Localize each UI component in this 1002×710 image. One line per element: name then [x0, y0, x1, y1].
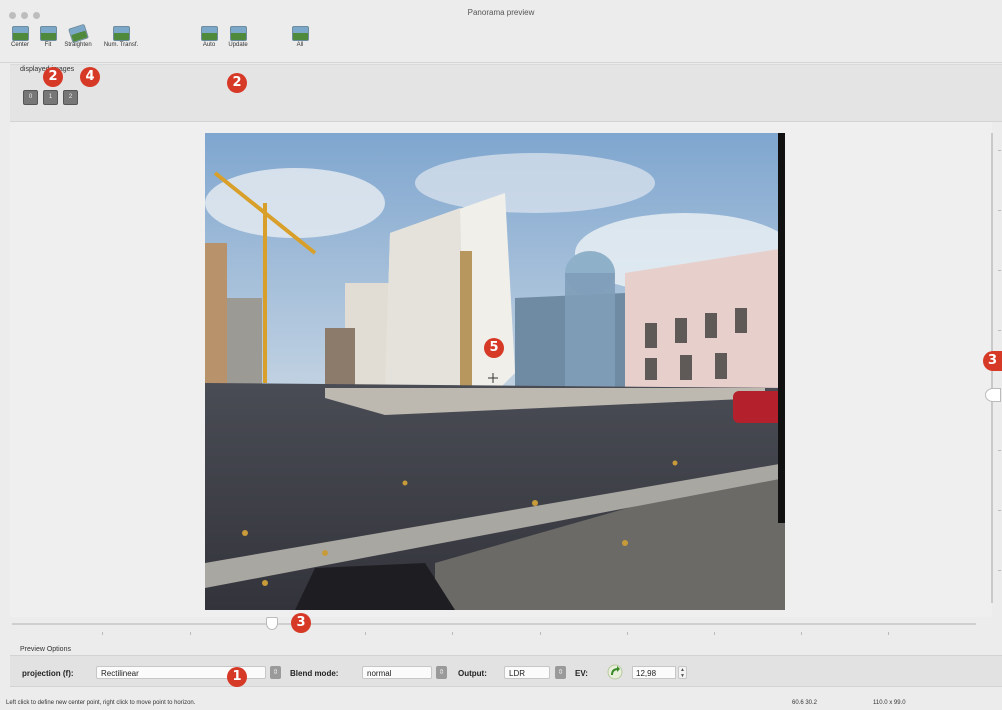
update-button[interactable]: Update [220, 26, 256, 48]
chevron-down-icon[interactable]: ⇳ [270, 666, 281, 679]
horizontal-tick [888, 632, 889, 635]
ev-reset-icon[interactable] [607, 664, 623, 680]
update-label: Update [228, 42, 248, 48]
all-label: All [296, 42, 304, 48]
all-icon [291, 26, 309, 41]
image-toggle-0[interactable]: 0 [23, 90, 38, 105]
ev-input[interactable]: 12,98 [632, 666, 676, 679]
vertical-tick [998, 330, 1001, 331]
vertical-tick [998, 270, 1001, 271]
output-select[interactable]: LDR [504, 666, 550, 679]
callout-marker-2: 2 [227, 73, 247, 93]
horizontal-tick [714, 632, 715, 635]
status-coords: 60.6 30.2 [792, 700, 818, 706]
horizontal-tick [540, 632, 541, 635]
callout-marker-3: 3 [291, 613, 311, 633]
num-transf-label: Num. Transf. [103, 42, 139, 48]
horizontal-yaw-slider[interactable] [12, 623, 976, 625]
blend-mode-select[interactable]: normal [362, 666, 432, 679]
numeric-transform-icon [112, 26, 130, 41]
ev-stepper[interactable]: ▲ ▼ [678, 666, 687, 679]
horizontal-tick [102, 632, 103, 635]
vertical-tick [998, 570, 1001, 571]
vertical-tick [998, 150, 1001, 151]
all-button[interactable]: All [282, 26, 318, 48]
horizontal-tick [627, 632, 628, 635]
displayed-images-panel [10, 64, 1002, 122]
output-label: Output: [458, 669, 487, 678]
update-icon [229, 26, 247, 41]
fit-icon [39, 26, 57, 41]
horizontal-tick [452, 632, 453, 635]
callout-marker-1: 1 [227, 667, 247, 687]
auto-icon [200, 26, 218, 41]
num-transf-button[interactable]: Num. Transf. [103, 26, 139, 48]
status-size: 110.0 x 99.0 [873, 700, 906, 706]
vertical-tick [998, 510, 1001, 511]
status-text: Left click to define new center point, r… [6, 700, 196, 706]
chevron-down-icon[interactable]: ⇳ [436, 666, 447, 679]
straighten-icon [67, 23, 89, 44]
straighten-button[interactable]: Straighten [60, 23, 96, 48]
callout-marker-2: 2 [43, 67, 63, 87]
image-toggle-1[interactable]: 1 [43, 90, 58, 105]
blend-mode-label: Blend mode: [290, 669, 339, 678]
toolbar-divider [0, 62, 1002, 63]
center-icon [11, 26, 29, 41]
callout-marker-4: 4 [80, 67, 100, 87]
horizontal-slider-thumb[interactable] [266, 617, 278, 630]
straighten-label: Straighten [64, 42, 92, 48]
projection-label: projection (f): [22, 669, 74, 678]
ev-label: EV: [575, 669, 588, 678]
horizontal-tick [190, 632, 191, 635]
vertical-tick [998, 210, 1001, 211]
panorama-preview-image[interactable] [205, 133, 785, 610]
callout-marker-5: 5 [484, 338, 504, 358]
callout-marker-3: 3 [983, 351, 1002, 371]
horizontal-tick [365, 632, 366, 635]
vertical-tick [998, 450, 1001, 451]
window-title: Panorama preview [467, 8, 535, 17]
horizontal-tick [801, 632, 802, 635]
chevron-down-icon[interactable]: ⇳ [555, 666, 566, 679]
image-toggle-2[interactable]: 2 [63, 90, 78, 105]
preview-options-title: Preview Options [20, 646, 71, 653]
vertical-slider-thumb[interactable] [985, 388, 1001, 402]
